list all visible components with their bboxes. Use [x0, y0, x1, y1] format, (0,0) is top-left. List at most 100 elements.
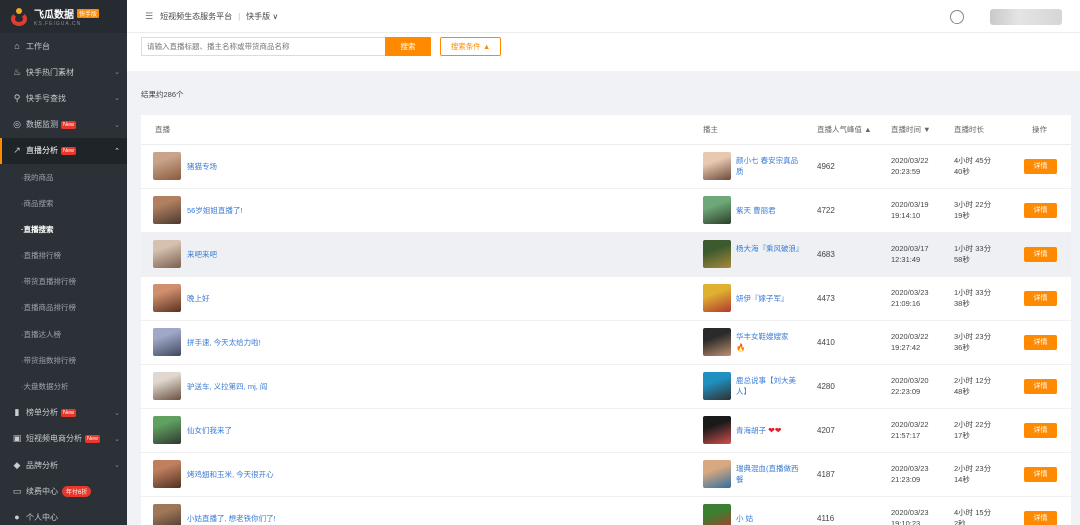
sidebar-item-18[interactable]: ● 个人中心	[0, 504, 127, 525]
sidebar-item-12[interactable]: · 带货指数排行榜	[0, 347, 127, 373]
search-input[interactable]	[141, 37, 385, 56]
live-time: 2020/03/22 20:23:59	[891, 155, 929, 177]
anchor-name-link[interactable]: 杨大海『乘风破浪』	[736, 243, 804, 254]
sidebar-item-10[interactable]: · 直播商品排行榜	[0, 295, 127, 321]
table-row[interactable]: 猪猫专场 颜小七 春安宗真品质 4962 2020/03/22 20:23:59 4小时 …	[141, 145, 1071, 189]
live-duration: 1小时 33分 38秒	[954, 287, 991, 309]
live-thumbnail[interactable]	[153, 240, 181, 268]
detail-button[interactable]: 详情	[1024, 379, 1057, 394]
live-date: 2020/03/23	[891, 508, 929, 517]
anchor-avatar[interactable]	[703, 328, 731, 356]
table-row[interactable]: 驴送车, 义拉第四, mj, 阎 鹿总说事【刘大美人】 4280 2020/03/20…	[141, 365, 1071, 409]
live-thumbnail[interactable]	[153, 372, 181, 400]
anchor-name-link[interactable]: 鹿总说事【刘大美人】	[736, 375, 802, 397]
sidebar-item-label: 工作台	[26, 41, 50, 51]
sidebar-item-0[interactable]: ⌂ 工作台	[0, 33, 127, 59]
live-title-link[interactable]: 烤鸡翅和玉米, 今天很开心	[187, 453, 274, 497]
sidebar-item-11[interactable]: · 直播达人榜	[0, 321, 127, 347]
sidebar-item-13[interactable]: · 大盘数据分析	[0, 373, 127, 399]
live-duration: 4小时 45分 40秒	[954, 155, 991, 177]
table-row[interactable]: 拼手速, 今天太给力啦! 华丰女鞋嫂嫂家 🔥 4410 2020/03/22 19:27:…	[141, 321, 1071, 365]
sidebar-item-14[interactable]: ▮ 榜单分析 New ⌄	[0, 400, 127, 426]
live-thumbnail[interactable]	[153, 196, 181, 224]
sidebar-item-5[interactable]: · 我的商品	[0, 164, 127, 190]
anchor-avatar[interactable]	[703, 504, 731, 525]
live-title-link[interactable]: 驴送车, 义拉第四, mj, 阎	[187, 365, 267, 409]
live-title-link[interactable]: 56岁姐姐直播了!	[187, 189, 242, 233]
anchor-name: 华丰女鞋嫂嫂家	[736, 332, 789, 341]
sidebar-item-9[interactable]: · 带货直播排行榜	[0, 269, 127, 295]
anchor-name: 青海胡子	[736, 426, 766, 435]
sidebar-item-3[interactable]: ◎ 数据监测 New ⌄	[0, 112, 127, 138]
sidebar-item-4[interactable]: ↗ 直播分析 New ⌃	[0, 137, 127, 164]
user-info[interactable]	[990, 8, 1062, 25]
brand-domain: KS.FEIGUA.CN	[34, 21, 82, 27]
sidebar-item-15[interactable]: ▣ 短视频电商分析 New ⌄	[0, 426, 127, 452]
live-title-link[interactable]: 拼手速, 今天太给力啦!	[187, 321, 261, 365]
sidebar-item-label: 短视频电商分析	[26, 434, 82, 444]
table-row[interactable]: 小姑直播了, 想老铁你们了! 小 姑 4116 2020/03/23 19:10:23 4…	[141, 497, 1071, 525]
live-thumbnail[interactable]	[153, 152, 181, 180]
table-row[interactable]: 烤鸡翅和玉米, 今天很开心 瑞典混血(直播做西餐 4187 2020/03/23 21:…	[141, 453, 1071, 497]
live-thumbnail[interactable]	[153, 284, 181, 312]
search-button[interactable]: 搜索	[385, 37, 431, 56]
table-row[interactable]: 晚上好 妍伊『嫁子军』 4473 2020/03/23 21:09:16 1小时 33分 3…	[141, 277, 1071, 321]
anchor-name-link[interactable]: 颜小七 春安宗真品质	[736, 155, 802, 177]
live-title-link[interactable]: 猪猫专场	[187, 145, 217, 189]
anchor-name-link[interactable]: 青海胡子 ❤❤	[736, 425, 802, 436]
live-duration: 2小时 12分 48秒	[954, 375, 991, 397]
live-thumbnail[interactable]	[153, 328, 181, 356]
live-title-link[interactable]: 仙女们我来了	[187, 409, 232, 453]
sidebar-item-8[interactable]: · 直播排行榜	[0, 243, 127, 269]
sidebar-item-7[interactable]: · 直播搜索	[0, 216, 127, 242]
anchor-name-link[interactable]: 华丰女鞋嫂嫂家 🔥	[736, 331, 802, 353]
live-title-link[interactable]: 小姑直播了, 想老铁你们了!	[187, 497, 276, 525]
anchor-name-link[interactable]: 瑞典混血(直播做西餐	[736, 463, 802, 485]
anchor-avatar[interactable]	[703, 372, 731, 400]
card-icon: ▭	[12, 485, 22, 496]
anchor-name-link[interactable]: 紫天 曹丽君	[736, 205, 802, 216]
anchor-avatar[interactable]	[703, 416, 731, 444]
headset-icon[interactable]	[950, 9, 964, 24]
col-peak-sort[interactable]: 直播人气峰值 ▲	[817, 124, 872, 135]
sidebar-item-1[interactable]: ♨ 快手热门素材 ⌄	[0, 59, 127, 85]
col-time-sort[interactable]: 直播时间 ▼	[891, 124, 931, 135]
detail-button[interactable]: 详情	[1024, 467, 1057, 482]
version-switcher[interactable]: 快手版 ∨	[246, 11, 278, 22]
detail-button[interactable]: 详情	[1024, 247, 1057, 262]
sidebar-item-16[interactable]: ◆ 品牌分析 ⌄	[0, 452, 127, 478]
logo[interactable]: 飞瓜数据 快手版 KS.FEIGUA.CN	[0, 0, 127, 33]
live-thumbnail[interactable]	[153, 416, 181, 444]
detail-button[interactable]: 详情	[1024, 335, 1057, 350]
table-row[interactable]: 来吧来吧 杨大海『乘风破浪』 4683 2020/03/17 12:31:49 1小时 3…	[141, 233, 1071, 277]
detail-button[interactable]: 详情	[1024, 423, 1057, 438]
feigua-logo-icon	[10, 7, 28, 26]
live-title-link[interactable]: 晚上好	[187, 277, 210, 321]
search-conditions-button[interactable]: 搜索条件 ▲	[440, 37, 501, 56]
sidebar-item-6[interactable]: · 商品搜索	[0, 190, 127, 216]
sidebar-item-17[interactable]: ▭ 续费中心 年付6折	[0, 478, 127, 504]
anchor-name-link[interactable]: 小 姑	[736, 513, 802, 524]
detail-button[interactable]: 详情	[1024, 291, 1057, 306]
detail-button[interactable]: 详情	[1024, 159, 1057, 174]
anchor-avatar[interactable]	[703, 152, 731, 180]
live-thumbnail[interactable]	[153, 504, 181, 525]
sidebar-item-label: 直播达人榜	[23, 329, 62, 339]
heart-icon: ❤❤	[768, 426, 782, 435]
anchor-avatar[interactable]	[703, 196, 731, 224]
table-row[interactable]: 仙女们我来了 青海胡子 ❤❤ 4207 2020/03/22 21:57:17 2小时 2…	[141, 409, 1071, 453]
menu-icon[interactable]: ☰	[145, 11, 153, 22]
anchor-avatar[interactable]	[703, 240, 731, 268]
live-thumbnail[interactable]	[153, 460, 181, 488]
sidebar-item-2[interactable]: ⚲ 快手号查找 ⌄	[0, 85, 127, 111]
live-title-link[interactable]: 来吧来吧	[187, 233, 217, 277]
anchor-name-link[interactable]: 妍伊『嫁子军』	[736, 293, 802, 304]
detail-button[interactable]: 详情	[1024, 511, 1057, 525]
anchor-avatar[interactable]	[703, 460, 731, 488]
detail-button[interactable]: 详情	[1024, 203, 1057, 218]
duration-main: 2小时 23分	[954, 464, 992, 473]
live-date: 2020/03/22	[891, 332, 929, 341]
peak-popularity: 4410	[817, 338, 835, 347]
table-row[interactable]: 56岁姐姐直播了! 紫天 曹丽君 4722 2020/03/19 19:14:10 3小时…	[141, 189, 1071, 233]
anchor-avatar[interactable]	[703, 284, 731, 312]
